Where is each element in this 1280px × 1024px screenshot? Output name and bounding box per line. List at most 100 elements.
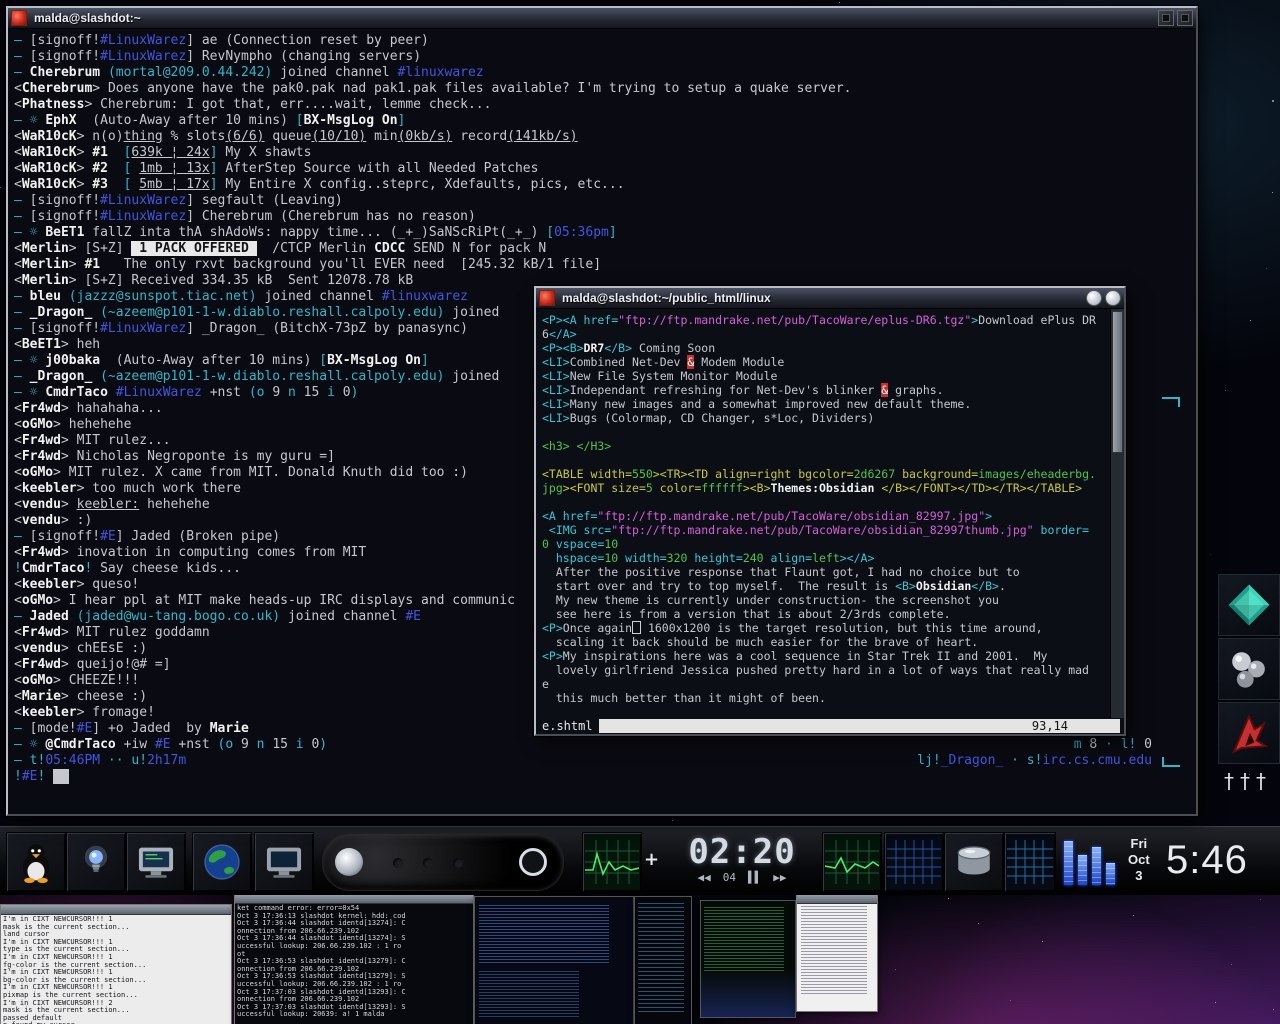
mini-window-terminal[interactable]: [634, 896, 692, 1024]
dock-tile-disk[interactable]: [944, 832, 1004, 892]
text-segment: Bugs (Colormap, CD Changer, s*Loc, Divid…: [570, 411, 875, 425]
dock-tile-net-grid[interactable]: [884, 832, 944, 892]
window-maximize-button[interactable]: [1105, 290, 1121, 306]
star: [1266, 268, 1267, 269]
earth-icon: [201, 841, 243, 883]
mini-window-syslog[interactable]: ket command error: error=0x54Oct 3 17:36…: [234, 893, 474, 1024]
text-segment: joined: [444, 305, 499, 320]
vi-scrollbar-thumb[interactable]: [1112, 311, 1123, 453]
mini-window-cursor-log[interactable]: I'm in CIXT NEWCURSOR!!! 1mask is the cu…: [0, 904, 232, 1024]
dock-tile-oscilloscope[interactable]: [582, 832, 642, 892]
text-segment: ]: [92, 721, 108, 736]
text-segment: :): [77, 513, 93, 528]
text-segment: >: [61, 337, 77, 352]
mini-window-terminal[interactable]: [474, 896, 634, 1024]
text-segment: AfterStep Source with all Needed Patches: [225, 161, 538, 176]
text-segment: —: [14, 721, 30, 736]
forward-button[interactable]: ▶▶: [773, 871, 786, 885]
sidedock-tile-phoenix[interactable]: [1218, 702, 1280, 764]
media-deck-button[interactable]: [393, 858, 403, 868]
sidedock-tile-diamond[interactable]: [1218, 574, 1280, 636]
vi-titlebar[interactable]: malda@slashdot:~/public_html/linux: [536, 288, 1124, 309]
irc-status-mode: m 8 · l! 0: [1074, 737, 1152, 753]
text-segment: #1: [84, 257, 100, 272]
media-deck-button[interactable]: [453, 858, 463, 868]
text-segment: —: [14, 289, 30, 304]
text-segment: keebler: [22, 481, 77, 496]
dock-tile-lightbulb[interactable]: [66, 832, 126, 892]
window-close-button[interactable]: [11, 10, 27, 26]
text-segment: 320: [667, 551, 688, 565]
media-deck-left-knob[interactable]: [335, 848, 363, 876]
text-segment: (Auto-Away after 10 mins): [77, 113, 296, 128]
vi-scrollbar[interactable]: [1110, 309, 1124, 718]
clock-time: 02:20: [664, 833, 820, 871]
phoenix-icon: [1221, 705, 1277, 761]
mini-window-titlebar[interactable]: [235, 894, 473, 904]
text-segment: min: [366, 129, 397, 144]
rewind-button[interactable]: ◀◀: [698, 871, 711, 885]
text-segment: Themes:Obsidian: [771, 481, 882, 495]
text-segment: ><B>: [743, 481, 771, 495]
text-segment: Once again: [563, 621, 632, 635]
mini-window-titlebar[interactable]: [797, 894, 877, 904]
window-iconify-button[interactable]: [1086, 290, 1102, 306]
text-segment: ): [319, 737, 327, 752]
terminal-line: <P><B>DR7</B> Coming Soon: [542, 341, 1105, 355]
dock-tile-oscilloscope-2[interactable]: [822, 832, 882, 892]
dock-tile-net-grid-2[interactable]: [1004, 832, 1056, 892]
window-maximize-button[interactable]: [1177, 10, 1193, 26]
text-segment: s!: [1027, 753, 1043, 768]
media-deck-button[interactable]: [423, 858, 433, 868]
dock-tile-earth[interactable]: [192, 832, 252, 892]
clock-module[interactable]: 02:20 ◀◀ 04 ▌▌ ▶▶: [664, 833, 820, 891]
text-segment: #LinuxWarez: [100, 209, 186, 224]
text-segment: #linuxwarez: [382, 289, 468, 304]
text-segment: — ☼: [14, 385, 45, 400]
text-segment: Merlin: [22, 241, 69, 256]
terminal-line: start over and try to top myself. The re…: [542, 579, 1105, 593]
text-segment: <: [14, 161, 22, 176]
text-segment: (10/10): [311, 129, 366, 144]
dock-tile-monitor[interactable]: [126, 832, 186, 892]
window-close-button[interactable]: [539, 290, 555, 306]
vi-editor-window[interactable]: malda@slashdot:~/public_html/linux <P><A…: [534, 286, 1126, 736]
text-segment: !: [14, 561, 22, 576]
text-segment: n(o): [92, 129, 123, 144]
terminal-line: <WaR10cK> #2 [ 1mb ¦ 13x] AfterStep Sour…: [14, 161, 1190, 177]
media-deck-module[interactable]: [322, 833, 564, 891]
text-segment: (0kb/s): [398, 129, 453, 144]
diamond-icon: [1221, 577, 1277, 633]
text-segment: <IMG src=: [542, 523, 611, 537]
dock-tile-monitor-2[interactable]: [254, 832, 314, 892]
text-segment: <P><B>: [542, 341, 584, 355]
text-segment: % slots: [163, 129, 226, 144]
pause-button[interactable]: ▌▌: [748, 871, 761, 885]
text-segment: left: [812, 551, 840, 565]
text-segment: <P>: [542, 621, 563, 635]
text-segment: <: [14, 465, 22, 480]
mini-window-titlebar[interactable]: [1, 905, 231, 915]
text-segment: [S+Z]: [84, 241, 131, 256]
text-segment: +nst: [210, 385, 249, 400]
window-iconify-button[interactable]: [1158, 10, 1174, 26]
text-segment: _Dragon_: [30, 305, 100, 320]
mini-window-terminal[interactable]: [700, 900, 796, 1018]
cursor-log-text: I'm in CIXT NEWCURSOR!!! 1mask is the cu…: [1, 915, 231, 1024]
text-segment: Marie: [22, 689, 61, 704]
terminal-line: <P><A href="ftp://ftp.mandrake.net/pub/T…: [542, 313, 1105, 327]
text-segment: cheese :): [77, 689, 147, 704]
dock-tile-tux[interactable]: [6, 832, 66, 892]
text-segment: My new theme is currently under construc…: [542, 593, 999, 607]
media-deck-right-ring[interactable]: [519, 848, 547, 876]
terminal-line: <Cherebrum> Does anyone have the pak0.pa…: [14, 81, 1190, 97]
text-segment: <: [14, 641, 22, 656]
mini-window-dialog[interactable]: [796, 893, 878, 1012]
vi-editor-content[interactable]: <P><A href="ftp://ftp.mandrake.net/pub/T…: [536, 309, 1124, 718]
text-segment: CHEEZE!!!: [69, 673, 139, 688]
irc-titlebar[interactable]: malda@slashdot:~: [8, 8, 1196, 29]
sidedock-tile-spheres[interactable]: [1218, 638, 1280, 700]
vi-buffer[interactable]: <P><A href="ftp://ftp.mandrake.net/pub/T…: [536, 309, 1111, 718]
text-segment: [: [108, 161, 139, 176]
text-segment: 0: [1144, 737, 1152, 752]
